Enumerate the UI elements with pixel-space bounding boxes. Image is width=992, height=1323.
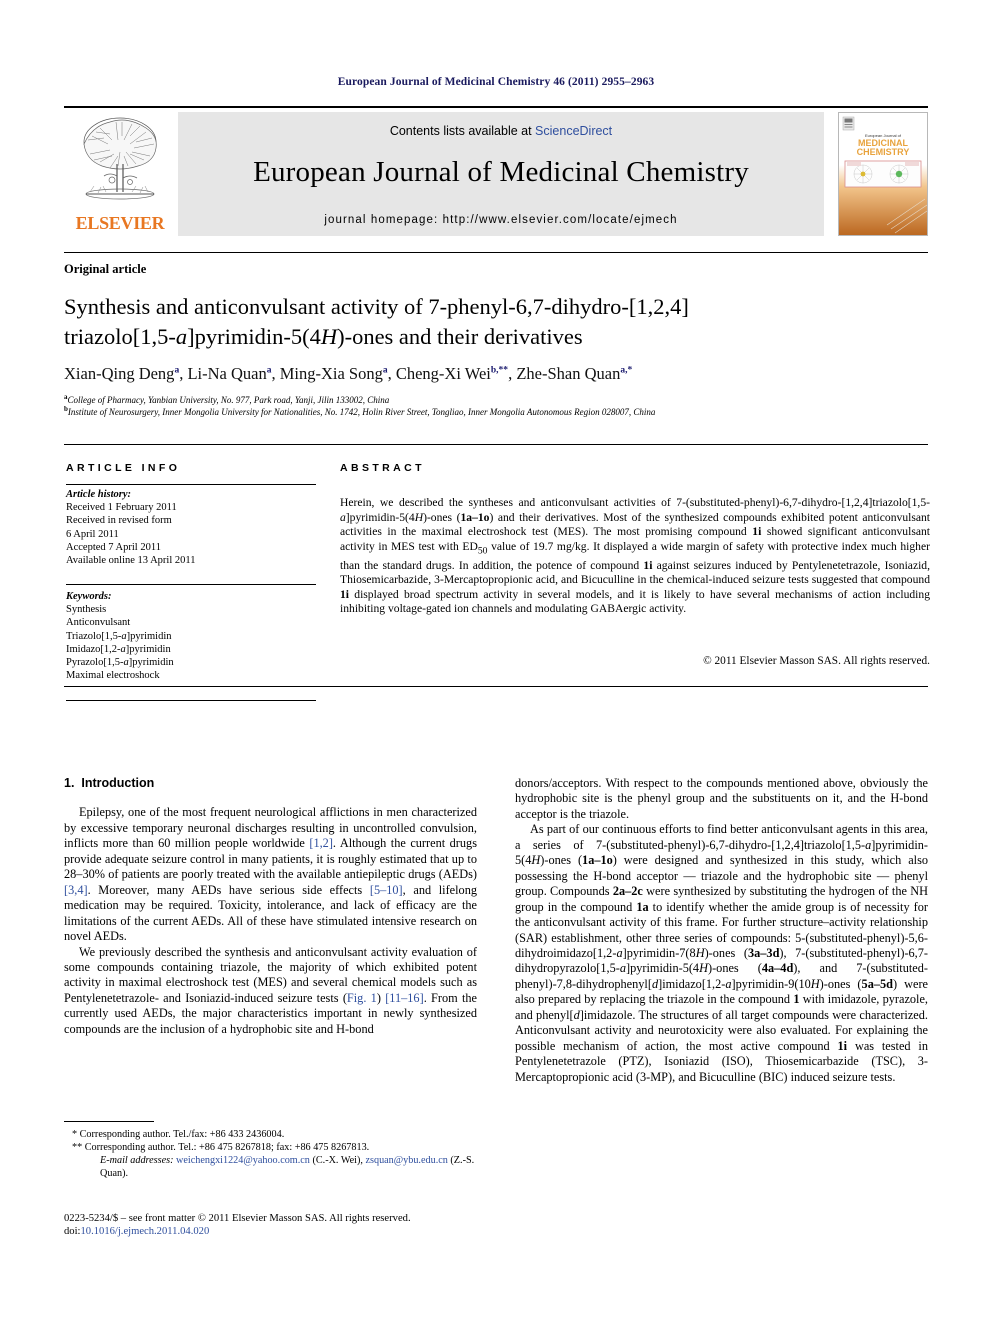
- info-band-bottom-divider: [64, 686, 928, 687]
- issn-front-matter: 0223-5234/$ – see front matter © 2011 El…: [64, 1213, 411, 1224]
- footnote-divider: [64, 1121, 154, 1122]
- info-divider-1: [66, 484, 316, 485]
- email-link-1[interactable]: weichengxi1224@yahoo.com.cn: [176, 1155, 310, 1166]
- svg-text:CHEMISTRY: CHEMISTRY: [857, 147, 910, 157]
- keywords-label: Keywords:: [66, 591, 112, 602]
- email-1-attribution: (C.-X. Wei),: [312, 1155, 363, 1166]
- journal-article-page: European Journal of Medicinal Chemistry …: [0, 0, 992, 1323]
- article-history-label: Article history:: [66, 489, 132, 500]
- article-info-heading: ARTICLE INFO: [66, 462, 181, 474]
- author-3-affil-marker: a: [382, 365, 388, 376]
- section-title: Introduction: [81, 776, 155, 790]
- info-band-top-divider: [64, 444, 928, 445]
- abstract-heading: ABSTRACT: [340, 462, 425, 474]
- sciencedirect-link[interactable]: ScienceDirect: [535, 124, 612, 138]
- citation-ref[interactable]: [1,2]: [309, 836, 333, 850]
- elsevier-wordmark: ELSEVIER: [75, 213, 165, 233]
- journal-masthead: ELSEVIER Contents lists available at Sci…: [64, 106, 928, 236]
- keyword-item: Anticonvulsant: [66, 617, 131, 629]
- journal-title: European Journal of Medicinal Chemistry: [253, 156, 749, 188]
- keyword-item: Synthesis: [66, 604, 107, 616]
- footnotes-block: * Corresponding author. Tel./fax: +86 43…: [64, 1128, 484, 1180]
- history-item: Available online 13 April 2011: [66, 555, 196, 567]
- email-addresses-note: E-mail addresses: weichengxi1224@yahoo.c…: [64, 1154, 484, 1180]
- section-heading-introduction: 1. Introduction: [64, 776, 477, 791]
- section-number: 1.: [64, 776, 75, 790]
- running-head: European Journal of Medicinal Chemistry …: [337, 76, 655, 88]
- title-line-2-part-e: )-ones and their derivatives: [337, 324, 583, 349]
- corresponding-author-note-2: ** Corresponding author. Tel.: +86 475 8…: [72, 1142, 370, 1153]
- author-1-affil-marker: a: [174, 365, 180, 376]
- citation-ref[interactable]: [5–10]: [370, 883, 403, 897]
- author-5-affil-marker: a,*: [620, 365, 633, 376]
- paragraph: Epilepsy, one of the most frequent neuro…: [64, 805, 477, 944]
- title-line-2-part-a: triazolo[1,5-: [64, 324, 176, 349]
- title-italic-h: H: [320, 324, 338, 349]
- author-2[interactable]: Li-Na Quana: [187, 364, 271, 383]
- info-divider-2: [66, 584, 316, 585]
- cover-artwork: European Journal of MEDICINAL CHEMISTRY: [839, 113, 927, 235]
- paragraph: As part of our continuous efforts to fin…: [515, 822, 929, 1084]
- doi-link[interactable]: 10.1016/j.ejmech.2011.04.020: [80, 1226, 209, 1237]
- history-item: 6 April 2011: [66, 528, 119, 540]
- keywords-block: Keywords: Synthesis Anticonvulsant Triaz…: [66, 590, 316, 682]
- paragraph: donors/acceptors. With respect to the co…: [515, 776, 928, 821]
- author-4[interactable]: Cheng-Xi Weib,**: [396, 364, 508, 383]
- figure-ref[interactable]: Fig. 1: [347, 991, 377, 1005]
- author-1[interactable]: Xian-Qing Denga: [64, 364, 179, 383]
- history-item: Received 1 February 2011: [66, 502, 177, 514]
- keyword-item: Triazolo[1,5-a]pyrimidin: [66, 630, 172, 642]
- paragraph: We previously described the synthesis an…: [64, 944, 477, 1036]
- title-line-2-part-c: ]pyrimidin-5(4: [187, 324, 321, 349]
- history-item: Received in revised form: [66, 515, 172, 527]
- body-column-right: donors/acceptors. With respect to the co…: [515, 776, 928, 1085]
- title-divider: [64, 252, 928, 253]
- info-divider-3: [66, 700, 316, 701]
- keyword-item: Pyrazolo[1,5-a]pyrimidin: [66, 657, 174, 669]
- affiliation-b-text: Institute of Neurosurgery, Inner Mongoli…: [67, 407, 656, 417]
- body-column-left: 1. Introduction Epilepsy, one of the mos…: [64, 776, 477, 1037]
- author-list: Xian-Qing Denga, Li-Na Quana, Ming-Xia S…: [64, 364, 633, 383]
- doi-line: doi:10.1016/j.ejmech.2011.04.020: [64, 1225, 494, 1238]
- citation-ref[interactable]: [11–16]: [385, 991, 423, 1005]
- author-5[interactable]: Zhe-Shan Quana,*: [516, 364, 632, 383]
- title-italic-a: a: [175, 324, 188, 349]
- contents-available-line: Contents lists available at ScienceDirec…: [178, 124, 824, 138]
- affiliation-b: bInstitute of Neurosurgery, Inner Mongol…: [64, 404, 928, 419]
- masthead-center-panel: Contents lists available at ScienceDirec…: [178, 112, 824, 236]
- abstract-text: Herein, we described the syntheses and a…: [340, 496, 931, 616]
- history-item: Accepted 7 April 2011: [66, 541, 161, 553]
- author-2-affil-marker: a: [266, 365, 272, 376]
- journal-cover-thumbnail[interactable]: European Journal of MEDICINAL CHEMISTRY: [838, 112, 928, 236]
- article-type-label: Original article: [64, 262, 147, 276]
- keyword-item: Imidazo[1,2-a]pyrimidin: [66, 643, 171, 655]
- contents-prefix: Contents lists available at: [389, 124, 536, 138]
- corresponding-author-note-1: * Corresponding author. Tel./fax: +86 43…: [72, 1129, 285, 1140]
- elsevier-logo: ELSEVIER: [64, 112, 176, 236]
- doi-label: doi:: [64, 1226, 81, 1238]
- title-line-1: Synthesis and anticonvulsant activity of…: [64, 294, 689, 319]
- keyword-item: Maximal electroshock: [66, 670, 160, 682]
- journal-homepage-link[interactable]: journal homepage: http://www.elsevier.co…: [178, 214, 824, 226]
- author-3[interactable]: Ming-Xia Songa: [280, 364, 388, 383]
- email-link-2[interactable]: zsquan@ybu.edu.cn: [365, 1155, 447, 1166]
- abstract-copyright: © 2011 Elsevier Masson SAS. All rights r…: [703, 655, 930, 667]
- page-title: Synthesis and anticonvulsant activity of…: [64, 292, 864, 352]
- email-addresses-label: E-mail addresses:: [100, 1155, 174, 1166]
- citation-ref[interactable]: [3,4]: [64, 883, 88, 897]
- author-4-affil-marker: b,**: [490, 365, 509, 376]
- imprint-block: 0223-5234/$ – see front matter © 2011 El…: [64, 1212, 494, 1239]
- article-history-block: Article history: Received 1 February 201…: [66, 488, 316, 567]
- elsevier-tree-icon: [83, 117, 157, 200]
